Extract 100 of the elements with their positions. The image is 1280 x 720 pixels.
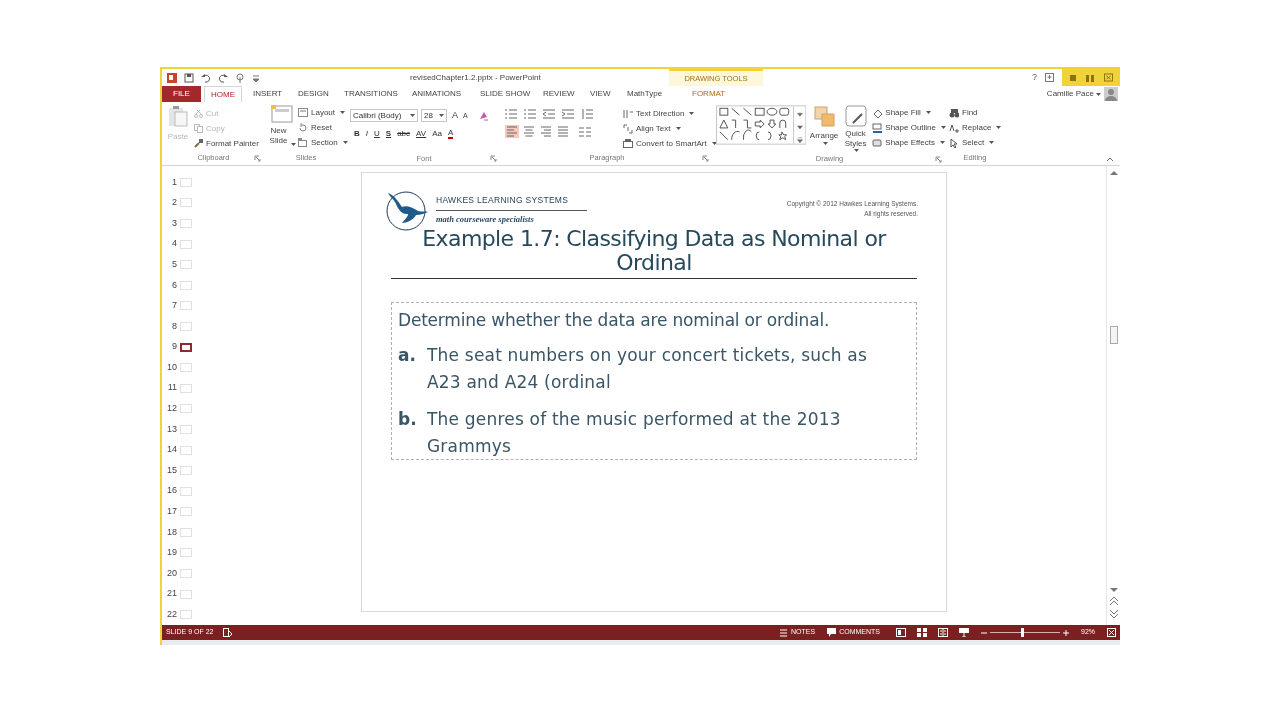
notes-icon	[779, 628, 788, 637]
next-slide-icon	[1109, 609, 1118, 619]
ribbon-tab[interactable]: FORMAT	[686, 86, 732, 102]
ribbon-tab[interactable]: SLIDE SHOW	[474, 86, 537, 102]
paragraph-command-button[interactable]: Text Direction	[623, 106, 717, 121]
bullets-icon	[505, 109, 517, 119]
arrange-button[interactable]: Arrange	[809, 105, 839, 152]
text-placeholder[interactable]: Determine whether the data are nominal or ordinal. a. The seat numbers on your concert tickets, such as A23 and A24 (ordinal b. The genres of the music performed at the 2013 Grammys	[391, 302, 917, 460]
ribbon-tab[interactable]: HOME	[204, 86, 242, 102]
slide-thumbnail[interactable]: 9	[162, 336, 206, 358]
ribbon-display-icon	[1045, 73, 1054, 82]
ribbon-tab[interactable]: FILE	[162, 86, 201, 102]
slide-thumbnail[interactable]: 21	[162, 583, 206, 605]
slide-thumbnail[interactable]: 4	[162, 233, 206, 255]
redo-icon	[218, 72, 228, 83]
slide-thumbnail[interactable]: 2	[162, 192, 206, 214]
zoom-slider[interactable]	[990, 628, 1060, 637]
ribbon-tab[interactable]: TRANSITIONS	[338, 86, 404, 102]
editing-command-button[interactable]: Find	[949, 105, 1004, 120]
slide-thumbnail[interactable]: 14	[162, 439, 206, 461]
align-button[interactable]	[522, 125, 536, 138]
caret-icon	[822, 142, 828, 145]
font-format-button[interactable]: U	[374, 127, 380, 140]
slide-command-button[interactable]: Section	[298, 135, 348, 150]
slide-thumbnail[interactable]: 11	[162, 377, 206, 399]
format-painter-button[interactable]: Format Painter	[194, 136, 259, 151]
slide-thumbnail[interactable]: 15	[162, 460, 206, 481]
font-format-button[interactable]: B	[354, 127, 360, 140]
help-button[interactable]: ?	[1032, 70, 1037, 85]
new-slide-button[interactable]: New Slide	[269, 105, 295, 152]
slide-thumbnail[interactable]: 17	[162, 501, 206, 523]
drawing-command-button[interactable]: Shape Outline	[872, 120, 946, 135]
ribbon-tab[interactable]: REVIEW	[537, 86, 581, 102]
slide-command-button[interactable]: Reset	[298, 120, 348, 135]
caret-icon	[1096, 92, 1101, 96]
customize-icon	[252, 72, 260, 83]
font-format-button[interactable]: S	[385, 127, 392, 140]
paragraph-command-icon	[623, 138, 633, 149]
grow-font-button[interactable]: A	[452, 109, 458, 123]
launcher-icon	[254, 155, 261, 163]
caret-icon	[939, 141, 945, 144]
ribbon-tab[interactable]: DESIGN	[292, 86, 335, 102]
slide-thumbnail[interactable]: 13	[162, 419, 206, 440]
window-title: revisedChapter1.2.pptx - PowerPoint	[410, 72, 541, 84]
font-format-button[interactable]: Aa	[432, 127, 442, 140]
font-format-button[interactable]: AV	[416, 127, 427, 140]
slide-thumbnail[interactable]: 16	[162, 480, 206, 502]
font-name-field[interactable]: Calibri (Body)	[350, 109, 418, 123]
slide-thumbnail[interactable]: 22	[162, 604, 206, 626]
launcher-icon	[702, 155, 709, 163]
ribbon-tab[interactable]: INSERT	[247, 86, 289, 102]
paragraph-command-button[interactable]: Convert to SmartArt	[623, 136, 717, 151]
slide-thumbnail[interactable]: 12	[162, 398, 206, 420]
font-size-field[interactable]: 28	[421, 109, 447, 123]
ribbon-tab[interactable]: MathType	[621, 86, 669, 102]
slide-command-button[interactable]: Layout	[298, 105, 348, 120]
slide-thumbnail[interactable]: 19	[162, 542, 206, 564]
slide-command-icon	[298, 138, 308, 147]
editing-command-button[interactable]: Replace	[949, 120, 1004, 135]
drawing-command-button[interactable]: Shape Effects	[872, 135, 946, 150]
quick-styles-button[interactable]: Quick Styles	[841, 105, 870, 152]
copy-icon	[194, 124, 203, 133]
editing-command-button[interactable]: Select	[949, 135, 1004, 150]
slide-thumbnail[interactable]: 7	[162, 295, 206, 317]
drawing-command-button[interactable]: Shape Fill	[872, 105, 946, 120]
shapes-gallery[interactable]	[716, 105, 807, 145]
font-format-button[interactable]: abc	[397, 127, 411, 140]
zoom-in-icon	[1063, 629, 1069, 636]
save-icon	[184, 72, 194, 83]
font-format-button[interactable]: I	[365, 127, 368, 140]
align-button[interactable]	[539, 125, 553, 138]
slide-thumbnail[interactable]: 1	[162, 172, 206, 193]
slide-thumbnail[interactable]: 5	[162, 254, 206, 275]
ribbon-tab[interactable]: VIEW	[584, 86, 617, 102]
align-button[interactable]	[505, 125, 519, 138]
caret-icon	[711, 142, 717, 145]
slide-thumbnail[interactable]: 10	[162, 357, 206, 378]
slide-icon	[271, 105, 293, 123]
user-name[interactable]: Camille Pace	[1046, 88, 1101, 100]
paragraph-command-button[interactable]: Align Text	[623, 121, 717, 136]
zoom-slider-thumb[interactable]	[1020, 628, 1024, 637]
slide-thumbnail[interactable]: 8	[162, 316, 206, 337]
comment-icon	[827, 628, 837, 637]
minimize-icon	[1068, 73, 1077, 82]
brand-name: HAWKES LEARNING SYSTEMS	[436, 194, 587, 211]
slide-thumbnail[interactable]: 6	[162, 274, 206, 296]
scroll-thumb[interactable]	[1109, 326, 1118, 344]
columns-icon	[579, 126, 591, 137]
ribbon-tab[interactable]: ANIMATIONS	[406, 86, 468, 102]
slide-thumbnail[interactable]: 18	[162, 522, 206, 543]
caret-icon	[925, 111, 931, 114]
bird-logo	[384, 189, 428, 231]
align-button[interactable]	[556, 125, 570, 138]
numbering-icon	[524, 109, 536, 119]
launcher-icon	[490, 155, 497, 163]
slide-thumbnail[interactable]: 20	[162, 563, 206, 584]
caret-icon	[689, 112, 695, 115]
font-format-button[interactable]: A	[447, 128, 454, 139]
slide-thumbnail[interactable]: 3	[162, 213, 206, 234]
caret-icon	[854, 149, 860, 152]
